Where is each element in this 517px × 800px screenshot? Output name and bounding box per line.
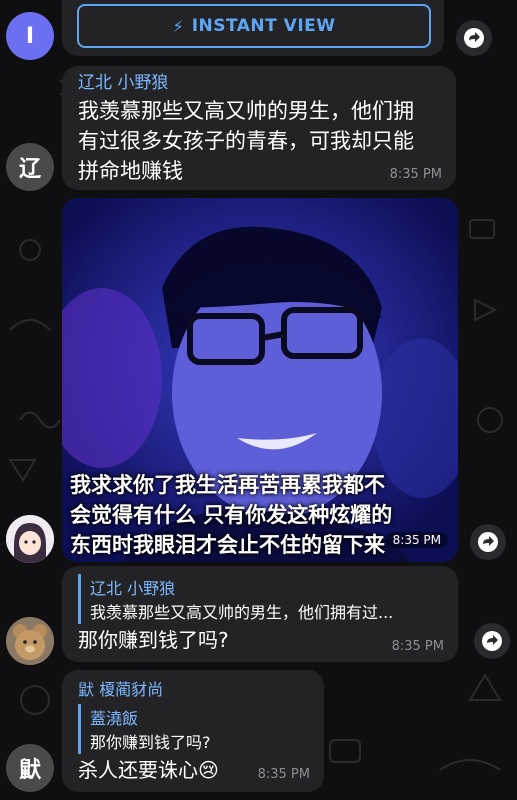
avatar-initial: 辽	[18, 157, 41, 182]
message-text-line: 有过很多女孩子的青春，可我却只能	[78, 129, 414, 153]
message-bubble[interactable]: 辽北 小野狼 我羡慕那些又高又帅的男生，他们拥有过... 那你赚到钱了吗? 8:…	[62, 566, 458, 662]
message-text-line: 我羡慕那些又高又帅的男生，他们拥	[78, 99, 414, 123]
reply-sender: 辽北 小野狼	[90, 579, 176, 598]
reply-text: 那你赚到钱了吗?	[90, 733, 211, 752]
forward-arrow-icon	[482, 631, 502, 651]
message-text-row: 杀人还要诛心😢	[78, 754, 219, 783]
forward-button[interactable]	[474, 623, 510, 659]
message-text: 那你赚到钱了吗?	[78, 628, 229, 652]
forward-arrow-icon	[464, 28, 484, 48]
message-time: 8:35 PM	[257, 767, 310, 782]
crying-face-emoji: 😢	[198, 758, 219, 782]
photo-caption: 我求求你了我生活再苦再累我都不 会觉得有什么 只有你发这种炫耀的 东西时我眼泪才…	[70, 470, 392, 560]
caption-line: 东西时我眼泪才会止不住的留下来	[70, 533, 385, 557]
message-time: 8:35 PM	[389, 167, 442, 182]
avatar-last[interactable]: 鼣	[6, 744, 54, 792]
instant-view-label: INSTANT VIEW	[191, 16, 336, 36]
message-text: 杀人还要诛心	[78, 758, 198, 782]
instant-view-button[interactable]: ⚡ INSTANT VIEW	[77, 4, 431, 48]
anime-avatar-icon	[6, 515, 54, 563]
link-preview-bubble: ⚡ INSTANT VIEW	[62, 0, 444, 56]
reply-quote[interactable]: 辽北 小野狼 我羡慕那些又高又帅的男生，他们拥有过...	[78, 574, 448, 624]
message-time: 8:35 PM	[391, 639, 444, 654]
forward-button[interactable]	[470, 524, 506, 560]
avatar-anime-girl[interactable]	[6, 515, 54, 563]
forward-button[interactable]	[456, 20, 492, 56]
forward-arrow-icon	[478, 532, 498, 552]
caption-line: 我求求你了我生活再苦再累我都不	[70, 473, 385, 497]
sender-name: 辽北 小野狼	[78, 73, 169, 93]
message-bubble[interactable]: 鼣 榎蔺豺尚 蓋澆飯 那你赚到钱了吗? 杀人还要诛心😢 8:35 PM	[62, 670, 324, 792]
message-bubble[interactable]: 辽北 小野狼 我羡慕那些又高又帅的男生，他们拥 有过很多女孩子的青春，可我却只能…	[62, 66, 456, 190]
avatar-initial: 鼣	[18, 758, 41, 783]
avatar-liao[interactable]: 辽	[6, 143, 54, 191]
photo-message[interactable]: 我求求你了我生活再苦再累我都不 会觉得有什么 只有你发这种炫耀的 东西时我眼泪才…	[62, 198, 458, 562]
photo-time: 8:35 PM	[385, 532, 448, 548]
reply-sender: 蓋澆飯	[90, 709, 139, 728]
avatar-letter-i[interactable]: I	[6, 12, 54, 60]
avatar-teddy-bear[interactable]	[6, 617, 54, 665]
reply-quote[interactable]: 蓋澆飯 那你赚到钱了吗?	[78, 704, 278, 754]
teddy-bear-icon	[6, 617, 54, 665]
avatar-initial: I	[25, 23, 35, 49]
caption-line: 会觉得有什么 只有你发这种炫耀的	[70, 503, 393, 527]
reply-text: 我羡慕那些又高又帅的男生，他们拥有过...	[90, 603, 394, 622]
lightning-icon: ⚡	[172, 16, 184, 36]
sender-name: 鼣 榎蔺豺尚	[78, 680, 164, 699]
